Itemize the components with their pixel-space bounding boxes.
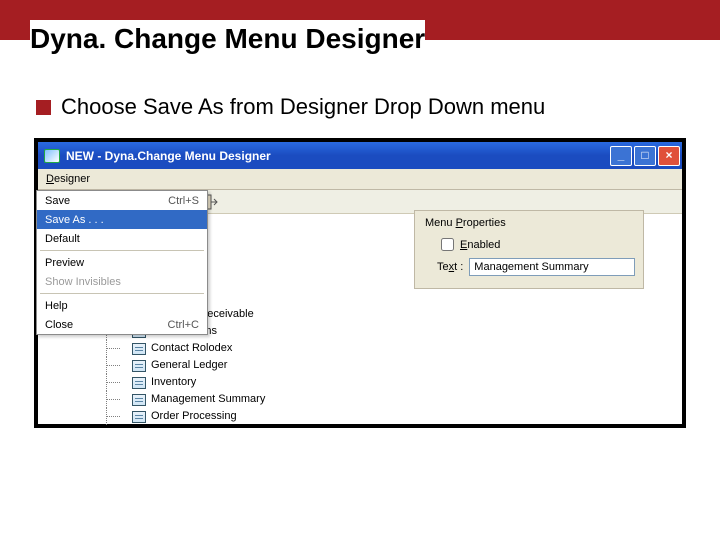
bullet-marker bbox=[36, 100, 51, 115]
menu-item-save-as[interactable]: Save As . . . bbox=[37, 210, 207, 229]
menu-item-label: Save bbox=[45, 195, 168, 207]
text-input[interactable] bbox=[469, 258, 635, 276]
menu-item-accelerator: Ctrl+S bbox=[168, 195, 199, 207]
tree-item[interactable]: Inventory bbox=[100, 374, 265, 391]
tree-item-label: Management Summary bbox=[151, 391, 265, 408]
menu-item-show-invisibles: Show Invisibles bbox=[37, 272, 207, 291]
menu-item-label: Save As . . . bbox=[45, 214, 199, 226]
tree-item-label: Order Processing bbox=[151, 408, 237, 425]
slide-heading: Dyna. Change Menu Designer bbox=[30, 20, 425, 58]
enabled-checkbox[interactable] bbox=[441, 238, 454, 251]
menu-item-label: Preview bbox=[45, 257, 199, 269]
menu-item-preview[interactable]: Preview bbox=[37, 253, 207, 272]
tree-item[interactable]: Contact Rolodex bbox=[100, 340, 265, 357]
menu-item-close[interactable]: Close Ctrl+C bbox=[37, 315, 207, 334]
menu-item-label: Show Invisibles bbox=[45, 276, 199, 288]
titlebar: NEW - Dyna.Change Menu Designer _ □ × bbox=[38, 142, 682, 169]
menu-item-help[interactable]: Help bbox=[37, 296, 207, 315]
menu-item-label: Default bbox=[45, 233, 199, 245]
menubar: Designer bbox=[38, 169, 682, 190]
window-title: NEW - Dyna.Change Menu Designer bbox=[66, 149, 271, 163]
designer-dropdown-menu: Save Ctrl+S Save As . . . Default Previe… bbox=[36, 190, 208, 335]
enabled-label: Enabled bbox=[460, 239, 500, 251]
tree-item[interactable]: Order Processing bbox=[100, 408, 265, 425]
document-icon bbox=[132, 343, 146, 355]
menu-separator bbox=[40, 293, 204, 294]
close-button[interactable]: × bbox=[658, 146, 680, 166]
tree-item[interactable]: General Ledger bbox=[100, 357, 265, 374]
document-icon bbox=[132, 360, 146, 372]
menubar-item-designer[interactable]: Designer bbox=[38, 170, 98, 188]
document-icon bbox=[132, 394, 146, 406]
text-label: Text : bbox=[437, 261, 463, 273]
tree-item-label: General Ledger bbox=[151, 357, 227, 374]
app-icon bbox=[44, 149, 60, 163]
menu-item-label: Help bbox=[45, 300, 199, 312]
menu-item-accelerator: Ctrl+C bbox=[168, 319, 199, 331]
menu-item-save[interactable]: Save Ctrl+S bbox=[37, 191, 207, 210]
app-window: NEW - Dyna.Change Menu Designer _ □ × De… bbox=[34, 138, 686, 428]
tree-item-label: Contact Rolodex bbox=[151, 340, 232, 357]
document-icon bbox=[132, 377, 146, 389]
maximize-button[interactable]: □ bbox=[634, 146, 656, 166]
menu-separator bbox=[40, 250, 204, 251]
tree-item[interactable]: Management Summary bbox=[100, 391, 265, 408]
panel-header: Menu Properties bbox=[425, 217, 635, 229]
bullet-text: Choose Save As from Designer Drop Down m… bbox=[61, 94, 545, 120]
tree-item-label: Inventory bbox=[151, 374, 196, 391]
menu-item-default[interactable]: Default bbox=[37, 229, 207, 248]
minimize-button[interactable]: _ bbox=[610, 146, 632, 166]
document-icon bbox=[132, 411, 146, 423]
menu-properties-panel: Menu Properties Enabled Text : bbox=[414, 210, 644, 289]
menu-item-label: Close bbox=[45, 319, 168, 331]
